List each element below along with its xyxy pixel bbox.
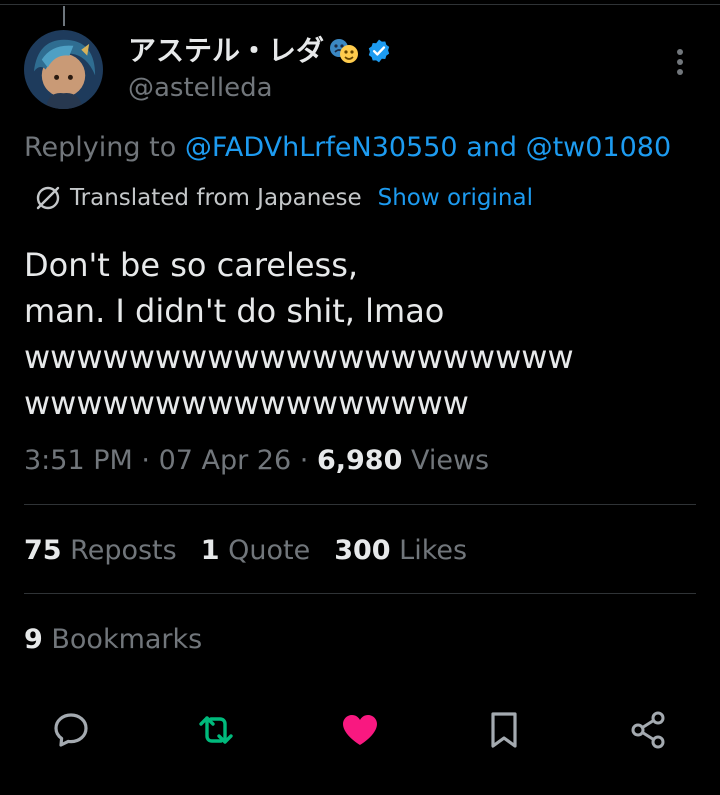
bookmark-icon bbox=[491, 712, 517, 748]
reposts-stat[interactable]: 75 Reposts bbox=[24, 533, 177, 569]
avatar[interactable] bbox=[24, 30, 103, 109]
likes-count: 300 bbox=[334, 535, 391, 566]
tweet-text-line: wwwwwwwwwwwwwwwww bbox=[24, 384, 469, 422]
verified-badge-icon bbox=[366, 38, 392, 64]
like-button[interactable] bbox=[337, 707, 383, 753]
replying-to-line: Replying to @FADVhLrfeN30550 and @tw0108… bbox=[24, 130, 671, 166]
bookmark-button[interactable] bbox=[481, 707, 527, 753]
tweet-time[interactable]: 3:51 PM bbox=[24, 445, 133, 476]
bookmarks-count: 9 bbox=[24, 624, 43, 655]
tweet-text: Don't be so careless, man. I didn't do s… bbox=[24, 242, 704, 426]
quotes-label: Quote bbox=[228, 535, 311, 566]
reposts-count: 75 bbox=[24, 535, 62, 566]
performing-arts-icon bbox=[328, 36, 360, 66]
reposts-label: Reposts bbox=[70, 535, 177, 566]
top-divider bbox=[0, 4, 720, 5]
tweet-text-line: man. I didn't do shit, lmao bbox=[24, 292, 445, 330]
tweet-date[interactable]: 07 Apr 26 bbox=[159, 445, 292, 476]
views-label: Views bbox=[410, 445, 490, 476]
meta-separator: · bbox=[299, 445, 309, 476]
reply-button[interactable] bbox=[48, 707, 94, 753]
action-bar bbox=[0, 707, 720, 757]
show-original-link[interactable]: Show original bbox=[378, 182, 533, 214]
quotes-stat[interactable]: 1 Quote bbox=[201, 533, 310, 569]
meta-separator: · bbox=[141, 445, 150, 476]
thread-connector-line bbox=[63, 6, 65, 26]
translated-from-label: Translated from Japanese bbox=[70, 185, 362, 211]
more-vertical-icon bbox=[677, 49, 683, 75]
quotes-count: 1 bbox=[200, 535, 220, 566]
share-button[interactable] bbox=[625, 707, 671, 753]
repost-button[interactable] bbox=[193, 707, 239, 753]
mention-conjunction[interactable]: and bbox=[466, 132, 517, 163]
mention-link-2[interactable]: @tw01080 bbox=[526, 132, 672, 163]
author-handle[interactable]: @astelleda bbox=[128, 72, 273, 104]
author-name-row: アステル・レダ bbox=[128, 34, 392, 68]
translation-row: Translated from Japanese Show original bbox=[34, 182, 533, 214]
mention-link-1[interactable]: @FADVhLrfeN30550 bbox=[185, 132, 458, 163]
tweet-meta: 3:51 PM · 07 Apr 26 · 6,980 Views bbox=[24, 443, 489, 479]
replying-to-prefix: Replying to bbox=[24, 132, 177, 163]
share-icon bbox=[631, 711, 665, 749]
likes-stat[interactable]: 300 Likes bbox=[334, 533, 467, 569]
like-icon bbox=[343, 715, 377, 745]
display-name[interactable]: アステル・レダ bbox=[128, 34, 324, 68]
engagement-stats: 75 Reposts 1 Quote 300 Likes bbox=[24, 533, 467, 569]
divider bbox=[24, 504, 696, 505]
more-options-button[interactable] bbox=[664, 44, 696, 80]
reply-icon bbox=[54, 713, 88, 747]
views-count: 6,980 bbox=[316, 445, 403, 476]
likes-label: Likes bbox=[399, 535, 468, 566]
bookmarks-label: Bookmarks bbox=[51, 624, 203, 655]
divider bbox=[24, 593, 696, 594]
tweet-text-line: wwwwwwwwwwwwwwwwwwwww bbox=[24, 338, 574, 376]
tweet-text-line: Don't be so careless, bbox=[24, 246, 359, 284]
bookmarks-stat[interactable]: 9 Bookmarks bbox=[24, 622, 202, 658]
repost-icon bbox=[199, 716, 233, 744]
translate-icon bbox=[34, 184, 62, 212]
